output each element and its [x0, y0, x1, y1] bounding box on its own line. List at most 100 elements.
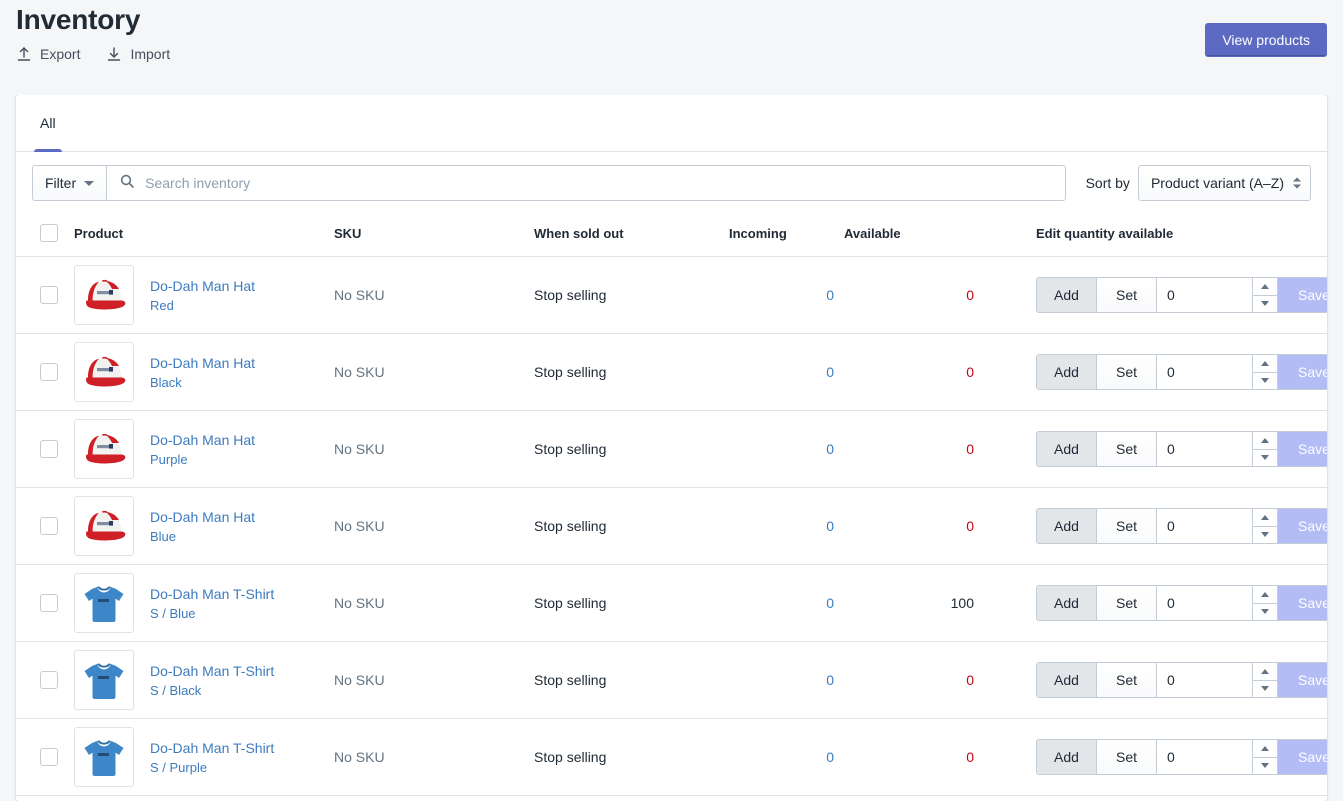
product-name-link[interactable]: Do-Dah Man T-Shirt: [150, 739, 274, 757]
stepper-decrement-button[interactable]: [1253, 449, 1277, 466]
stepper-increment-button[interactable]: [1253, 509, 1277, 527]
search-input[interactable]: [143, 174, 1053, 192]
stepper-increment-button[interactable]: [1253, 278, 1277, 296]
product-name-link[interactable]: Do-Dah Man T-Shirt: [150, 585, 274, 603]
product-name-link[interactable]: Do-Dah Man T-Shirt: [150, 662, 274, 680]
sort-by-select[interactable]: Product variant (A–Z): [1137, 165, 1311, 201]
add-mode-button[interactable]: Add: [1037, 663, 1097, 697]
add-mode-button[interactable]: Add: [1037, 740, 1097, 774]
product-variant-link[interactable]: Red: [150, 298, 255, 314]
stepper-decrement-button[interactable]: [1253, 526, 1277, 543]
quantity-stepper: [1252, 278, 1278, 312]
set-mode-button[interactable]: Set: [1097, 355, 1157, 389]
row-checkbox[interactable]: [40, 286, 58, 304]
set-mode-button[interactable]: Set: [1097, 432, 1157, 466]
search-field-wrapper[interactable]: [106, 165, 1066, 201]
incoming-value[interactable]: 0: [826, 518, 844, 534]
table-row: Do-Dah Man Hat Black No SKU Stop selling…: [16, 333, 1327, 411]
incoming-value[interactable]: 0: [826, 441, 844, 457]
inventory-card: All Filter Sort by Product variant (A–Z): [16, 95, 1327, 801]
stepper-increment-button[interactable]: [1253, 586, 1277, 604]
incoming-cell: 0: [729, 333, 844, 411]
save-button[interactable]: Save: [1278, 663, 1327, 697]
product-variant-link[interactable]: Purple: [150, 452, 255, 468]
filter-button[interactable]: Filter: [32, 165, 107, 201]
product-thumbnail: [74, 650, 134, 710]
row-checkbox[interactable]: [40, 363, 58, 381]
product-variant-link[interactable]: Blue: [150, 529, 255, 545]
row-checkbox[interactable]: [40, 440, 58, 458]
product-thumbnail: [74, 727, 134, 787]
quantity-input[interactable]: [1157, 740, 1252, 774]
view-products-button[interactable]: View products: [1205, 23, 1327, 57]
stepper-increment-button[interactable]: [1253, 663, 1277, 681]
sku-value: No SKU: [334, 287, 385, 303]
quantity-editor: Add Set Save: [1036, 585, 1327, 621]
set-mode-button[interactable]: Set: [1097, 740, 1157, 774]
stepper-decrement-button[interactable]: [1253, 603, 1277, 620]
tab-all[interactable]: All: [24, 95, 72, 152]
row-checkbox[interactable]: [40, 671, 58, 689]
save-button[interactable]: Save: [1278, 586, 1327, 620]
stepper-decrement-button[interactable]: [1253, 757, 1277, 774]
incoming-cell: 0: [729, 564, 844, 642]
set-mode-button[interactable]: Set: [1097, 278, 1157, 312]
product-variant-link[interactable]: S / Blue: [150, 606, 274, 622]
incoming-value[interactable]: 0: [826, 364, 844, 380]
add-mode-button[interactable]: Add: [1037, 432, 1097, 466]
available-value: 0: [966, 672, 974, 688]
download-arrow-icon: [106, 46, 122, 62]
add-mode-button[interactable]: Add: [1037, 586, 1097, 620]
incoming-value[interactable]: 0: [826, 287, 844, 303]
quantity-input[interactable]: [1157, 278, 1252, 312]
table-row: Do-Dah Man Hat Blue No SKU Stop selling …: [16, 487, 1327, 565]
stepper-increment-button[interactable]: [1253, 432, 1277, 450]
import-button[interactable]: Import: [106, 46, 170, 62]
stepper-decrement-button[interactable]: [1253, 295, 1277, 312]
incoming-value[interactable]: 0: [826, 595, 844, 611]
product-variant-link[interactable]: S / Black: [150, 683, 274, 699]
product-name-link[interactable]: Do-Dah Man Hat: [150, 354, 255, 372]
inventory-table: Product SKU When sold out Incoming Avail…: [16, 214, 1327, 796]
stepper-decrement-button[interactable]: [1253, 372, 1277, 389]
row-checkbox[interactable]: [40, 517, 58, 535]
set-mode-button[interactable]: Set: [1097, 509, 1157, 543]
quantity-input[interactable]: [1157, 509, 1252, 543]
quantity-input[interactable]: [1157, 432, 1252, 466]
save-button[interactable]: Save: [1278, 278, 1327, 312]
incoming-value[interactable]: 0: [826, 749, 844, 765]
export-button[interactable]: Export: [16, 46, 80, 62]
stepper-increment-button[interactable]: [1253, 355, 1277, 373]
sku-value: No SKU: [334, 518, 385, 534]
product-name-link[interactable]: Do-Dah Man Hat: [150, 277, 255, 295]
add-mode-button[interactable]: Add: [1037, 509, 1097, 543]
product-variant-link[interactable]: Black: [150, 375, 255, 391]
edit-quantity-cell: Add Set Save: [984, 487, 1327, 565]
quantity-input[interactable]: [1157, 355, 1252, 389]
product-variant-link[interactable]: S / Purple: [150, 760, 274, 776]
product-name-link[interactable]: Do-Dah Man Hat: [150, 508, 255, 526]
red-trucker-hat-icon: [85, 356, 126, 387]
row-checkbox[interactable]: [40, 594, 58, 612]
stepper-decrement-button[interactable]: [1253, 680, 1277, 697]
add-mode-button[interactable]: Add: [1037, 278, 1097, 312]
save-button[interactable]: Save: [1278, 740, 1327, 774]
filter-label: Filter: [45, 175, 77, 191]
save-button[interactable]: Save: [1278, 509, 1327, 543]
incoming-value[interactable]: 0: [826, 672, 844, 688]
edit-quantity-cell: Add Set Save: [984, 333, 1327, 411]
sort-by-value: Product variant (A–Z): [1150, 175, 1284, 191]
product-name-link[interactable]: Do-Dah Man Hat: [150, 431, 255, 449]
set-mode-button[interactable]: Set: [1097, 586, 1157, 620]
select-all-checkbox[interactable]: [40, 224, 58, 242]
quantity-input[interactable]: [1157, 586, 1252, 620]
save-button[interactable]: Save: [1278, 355, 1327, 389]
red-trucker-hat-icon: [85, 433, 126, 464]
quantity-input[interactable]: [1157, 663, 1252, 697]
save-button[interactable]: Save: [1278, 432, 1327, 466]
add-mode-button[interactable]: Add: [1037, 355, 1097, 389]
row-checkbox[interactable]: [40, 748, 58, 766]
stepper-increment-button[interactable]: [1253, 740, 1277, 758]
set-mode-button[interactable]: Set: [1097, 663, 1157, 697]
search-icon: [119, 173, 135, 194]
